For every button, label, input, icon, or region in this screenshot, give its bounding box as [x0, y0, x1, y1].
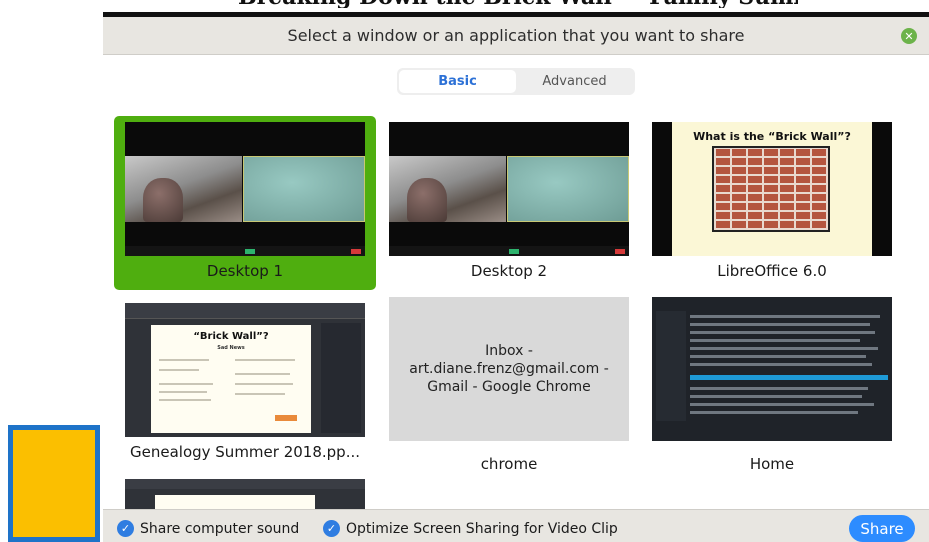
background-heading: Breaking Down the Brick Wall — Family Su…: [238, 0, 798, 8]
desktop-2-preview: [389, 122, 629, 256]
tile-label: Home: [749, 455, 795, 473]
tile-label: Desktop 1: [206, 262, 284, 280]
share-mode-tabs: Basic Advanced: [397, 68, 635, 95]
chrome-preview-text: Inbox - art.diane.frenz@gmail.com - Gmai…: [409, 343, 609, 395]
share-tile-desktop-2[interactable]: Desktop 2: [378, 116, 640, 290]
checkmark-icon: ✓: [117, 520, 134, 537]
dialog-titlebar: Select a window or an application that y…: [103, 17, 929, 55]
tab-basic[interactable]: Basic: [399, 70, 516, 93]
brick-wall-image: [712, 146, 830, 232]
tab-advanced[interactable]: Advanced: [516, 70, 633, 93]
tile-label: Desktop 2: [470, 262, 548, 280]
share-button[interactable]: Share: [849, 515, 915, 542]
close-icon[interactable]: ✕: [901, 28, 917, 44]
share-tile-home[interactable]: Home: [641, 291, 903, 473]
share-tile-libreoffice[interactable]: What is the “Brick Wall”? LibreOffice 6.…: [641, 116, 903, 290]
tile-label: chrome: [480, 455, 538, 473]
share-tile-partial[interactable]: [125, 479, 365, 511]
share-tile-genealogy[interactable]: “Brick Wall”? Sad News Genealogy Summer …: [114, 297, 376, 471]
genealogy-preview: “Brick Wall”? Sad News: [125, 303, 365, 437]
desktop-1-preview: [125, 122, 365, 256]
tile-label: Genealogy Summer 2018.pp...: [130, 443, 360, 461]
libreoffice-slide-title: What is the “Brick Wall”?: [693, 130, 851, 143]
libreoffice-preview: What is the “Brick Wall”?: [652, 122, 892, 256]
optimize-video-checkbox[interactable]: ✓ Optimize Screen Sharing for Video Clip: [323, 520, 618, 537]
checkmark-icon: ✓: [323, 520, 340, 537]
home-preview: [652, 297, 892, 441]
tile-label: LibreOffice 6.0: [717, 262, 827, 280]
share-screen-dialog: Select a window or an application that y…: [103, 12, 929, 542]
genealogy-slide-subtitle: Sad News: [217, 345, 245, 351]
genealogy-slide-title: “Brick Wall”?: [193, 331, 269, 342]
dialog-footer: ✓ Share computer sound ✓ Optimize Screen…: [103, 509, 929, 542]
share-sound-label: Share computer sound: [140, 520, 300, 537]
background-yellow-block: [8, 425, 100, 542]
chrome-preview: Inbox - art.diane.frenz@gmail.com - Gmai…: [389, 297, 629, 441]
optimize-label: Optimize Screen Sharing for Video Clip: [346, 520, 618, 537]
dialog-title: Select a window or an application that y…: [287, 26, 745, 45]
share-sound-checkbox[interactable]: ✓ Share computer sound: [117, 520, 299, 537]
share-tile-desktop-1[interactable]: Desktop 1: [114, 116, 376, 290]
share-tile-chrome[interactable]: Inbox - art.diane.frenz@gmail.com - Gmai…: [378, 291, 640, 473]
